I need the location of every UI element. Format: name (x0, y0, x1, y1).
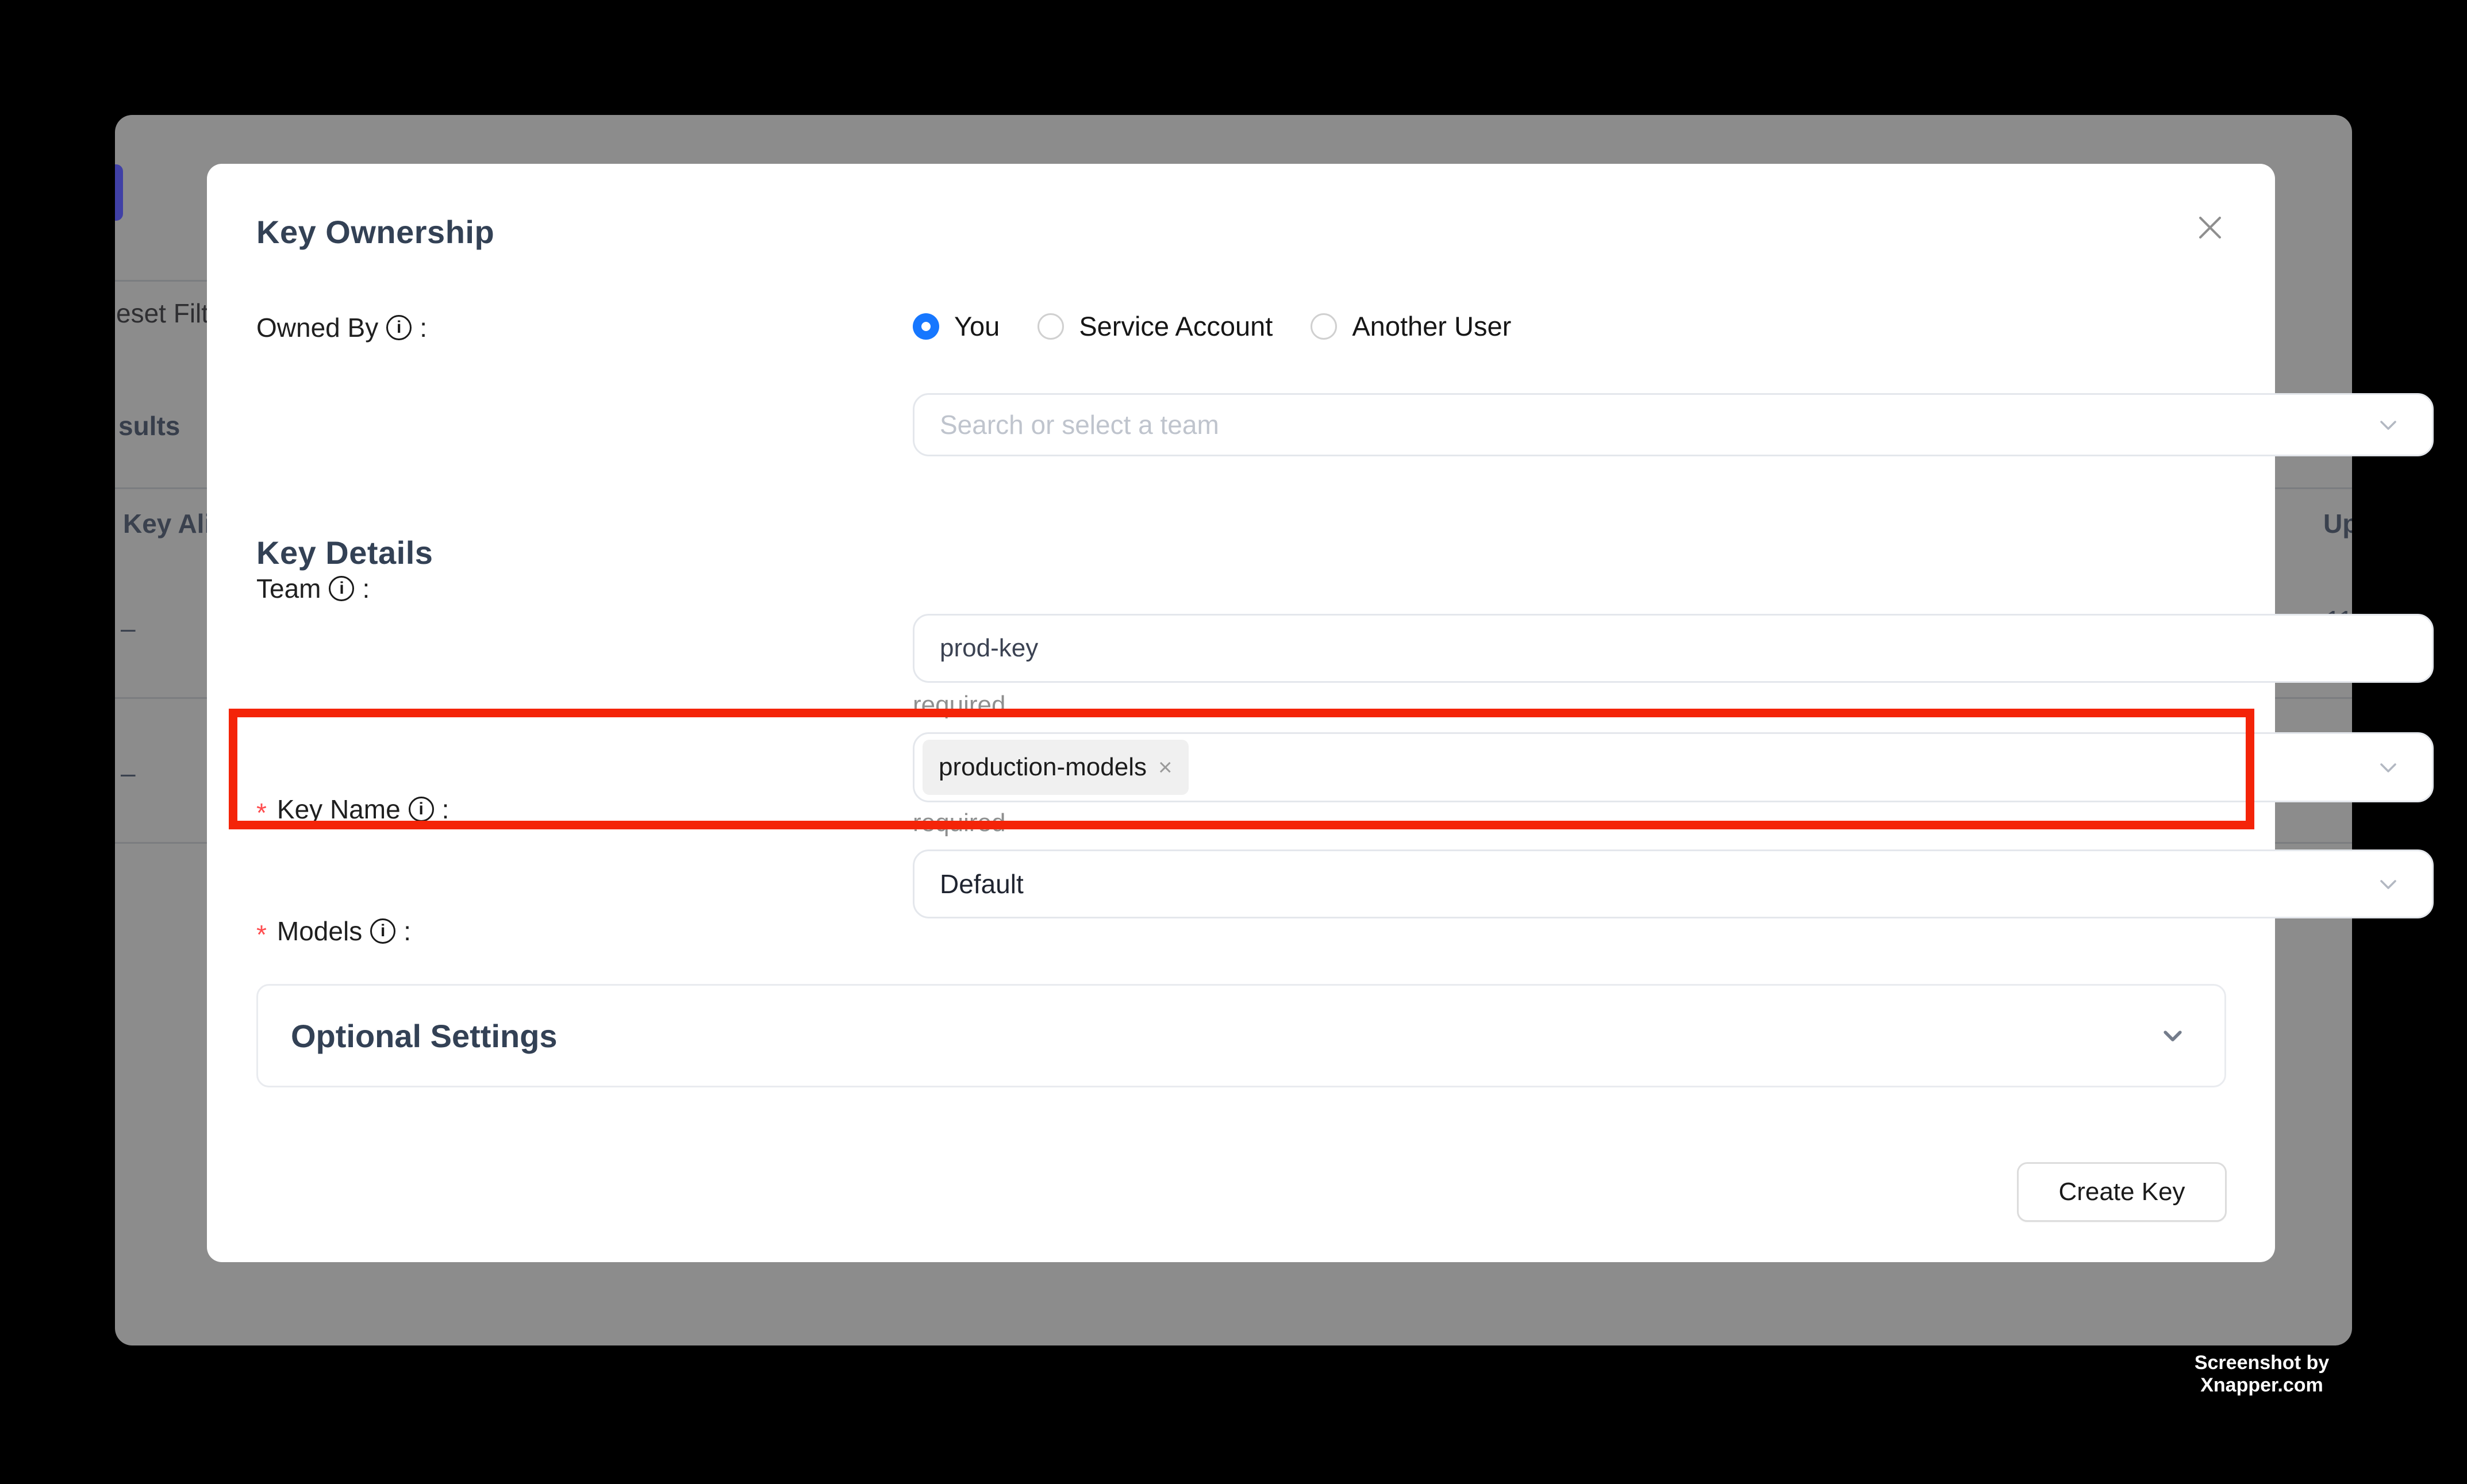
radio-option-another-user[interactable]: Another User (1311, 310, 1511, 342)
owned-by-label-text: Owned By (256, 312, 378, 343)
radio-unselected-icon[interactable] (1037, 313, 1064, 340)
models-label: * Models i : (256, 916, 411, 947)
info-icon[interactable]: i (329, 576, 354, 601)
radio-label: You (954, 310, 1000, 342)
team-select-placeholder: Search or select a team (940, 409, 1219, 440)
results-count-fragment: sults (118, 410, 180, 441)
annotation-highlight-box (229, 709, 2254, 829)
key-type-value: Default (940, 868, 1024, 899)
dimmed-primary-button (115, 164, 123, 221)
column-header-updated: Up (2323, 508, 2352, 539)
required-mark: * (256, 919, 267, 950)
key-name-field-wrap (913, 614, 2434, 683)
owned-by-label: Owned By i : (256, 312, 427, 343)
colon: : (362, 573, 370, 604)
radio-selected-icon[interactable] (913, 313, 939, 340)
radio-option-service-account[interactable]: Service Account (1037, 310, 1273, 342)
owned-by-radio-group: You Service Account Another User (913, 310, 1511, 342)
radio-label: Another User (1352, 310, 1511, 342)
info-icon[interactable]: i (370, 918, 395, 944)
radio-option-you[interactable]: You (913, 310, 1000, 342)
info-icon[interactable]: i (386, 315, 412, 340)
models-label-text: Models (277, 916, 362, 947)
colon: : (420, 312, 427, 343)
optional-settings-label: Optional Settings (291, 1017, 558, 1055)
chevron-down-icon (2374, 870, 2402, 898)
team-label-text: Team (256, 573, 321, 604)
close-button[interactable] (2190, 207, 2230, 248)
chevron-down-icon (2157, 1020, 2189, 1052)
table-row-alias: – (121, 758, 136, 789)
create-key-button[interactable]: Create Key (2017, 1162, 2227, 1222)
modal-title: Key Ownership (256, 213, 494, 251)
radio-unselected-icon[interactable] (1311, 313, 1337, 340)
optional-settings-toggle[interactable]: Optional Settings (256, 984, 2226, 1087)
key-name-input[interactable] (914, 616, 2432, 681)
table-row-alias: – (121, 613, 136, 644)
backdrop-divider (115, 280, 207, 282)
reset-filters-button-fragment[interactable]: eset Filt (116, 298, 209, 329)
chevron-down-icon (2374, 753, 2402, 781)
close-icon (2193, 211, 2227, 244)
watermark-text: Screenshot by Xnapper.com (2167, 1352, 2357, 1397)
chevron-down-icon (2374, 411, 2402, 439)
key-details-heading: Key Details (256, 534, 433, 571)
radio-label: Service Account (1079, 310, 1273, 342)
colon: : (404, 916, 411, 947)
key-type-select[interactable]: Default (913, 849, 2434, 918)
team-select[interactable]: Search or select a team (913, 393, 2434, 456)
team-label: Team i : (256, 573, 370, 604)
